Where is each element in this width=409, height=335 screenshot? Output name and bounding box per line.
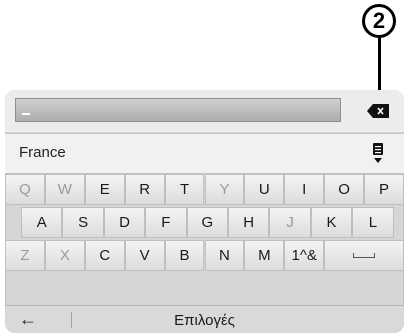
key-u[interactable]: U: [244, 174, 285, 205]
key-n[interactable]: N: [204, 240, 245, 271]
key-i[interactable]: I: [284, 174, 325, 205]
key-1[interactable]: 1^&: [284, 240, 325, 271]
callout-marker: 2: [362, 4, 396, 38]
backspace-button[interactable]: [351, 90, 404, 132]
key-y[interactable]: Y: [204, 174, 245, 205]
key-x[interactable]: X: [44, 240, 85, 271]
key-j[interactable]: J: [269, 207, 311, 238]
keyboard: QWERTYUIOP ASDFGHJKL Z X C V B N M 1^&: [5, 173, 404, 305]
key-r[interactable]: R: [124, 174, 165, 205]
key-h[interactable]: H: [228, 207, 270, 238]
key-c[interactable]: C: [84, 240, 125, 271]
key-g[interactable]: G: [186, 207, 228, 238]
key-q[interactable]: Q: [5, 174, 45, 205]
key-e[interactable]: E: [84, 174, 125, 205]
country-row[interactable]: France: [5, 133, 404, 174]
key-t[interactable]: T: [164, 174, 205, 205]
key-z[interactable]: Z: [5, 240, 45, 271]
options-button[interactable]: Επιλογές: [5, 312, 404, 329]
keyboard-row-1: QWERTYUIOP: [5, 173, 404, 206]
key-w[interactable]: W: [44, 174, 85, 205]
key-m[interactable]: M: [244, 240, 285, 271]
key-s[interactable]: S: [62, 207, 104, 238]
key-d[interactable]: D: [103, 207, 146, 238]
keyboard-row-3: Z X C V B N M 1^&: [5, 239, 404, 272]
key-b[interactable]: B: [164, 240, 205, 271]
key-p[interactable]: P: [364, 174, 404, 205]
space-icon: [353, 253, 376, 258]
key-v[interactable]: V: [124, 240, 165, 271]
callout-number: 2: [372, 8, 386, 33]
bottom-bar: ← Επιλογές: [5, 305, 404, 333]
key-l[interactable]: L: [352, 207, 394, 238]
list-toggle-button[interactable]: [351, 134, 404, 173]
key-k[interactable]: K: [310, 207, 353, 238]
space-key[interactable]: [324, 240, 404, 271]
input-row: [5, 90, 404, 132]
list-dropdown-icon: [372, 142, 383, 163]
keyboard-row-2: ASDFGHJKL: [5, 206, 404, 239]
country-label: France: [19, 144, 66, 161]
text-input[interactable]: [15, 98, 341, 122]
key-o[interactable]: O: [324, 174, 365, 205]
key-f[interactable]: F: [145, 207, 187, 238]
keyboard-screen: France QWERTYUIOP ASDFGHJKL Z X C V B N M 1^& ←…: [5, 90, 404, 333]
key-a[interactable]: A: [21, 207, 63, 238]
backspace-icon: [366, 104, 389, 118]
text-cursor: [22, 113, 30, 115]
